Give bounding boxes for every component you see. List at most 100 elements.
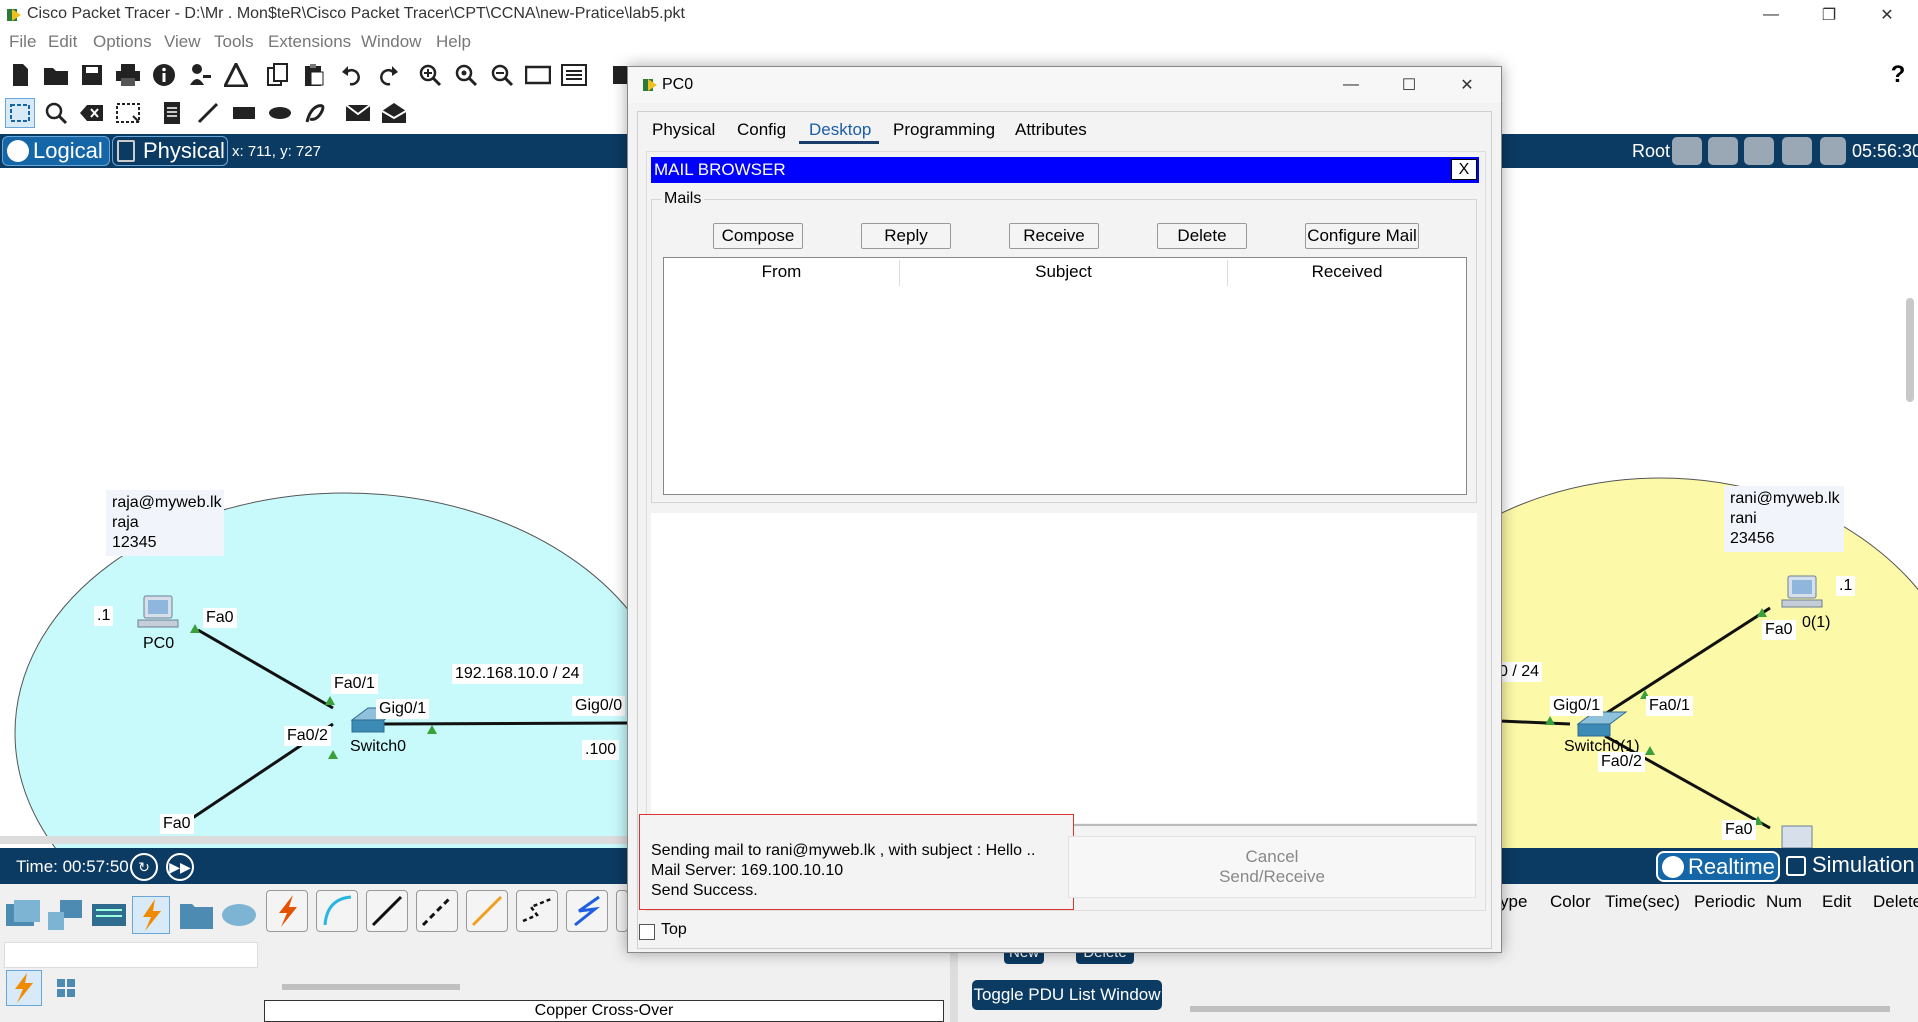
- power-cycle-devices-icon[interactable]: ↻: [130, 853, 158, 881]
- receive-button[interactable]: Receive: [1009, 223, 1099, 249]
- workspace-horizontal-scrollbar[interactable]: [0, 836, 660, 844]
- custom-device-dialog-icon[interactable]: [560, 61, 588, 89]
- column-header-subject[interactable]: Subject: [900, 260, 1228, 286]
- menu-file[interactable]: File: [9, 32, 36, 52]
- dialog-minimize-button[interactable]: —: [1328, 67, 1374, 103]
- connections-subtype-icon[interactable]: [6, 970, 42, 1006]
- delete-tool-icon[interactable]: [78, 99, 106, 127]
- menu-help[interactable]: Help: [436, 32, 471, 52]
- logical-view-tab[interactable]: Logical: [2, 136, 110, 166]
- multiuser-connection-icon[interactable]: [220, 898, 258, 936]
- set-background-icon[interactable]: [1782, 137, 1812, 165]
- undo-icon[interactable]: [338, 61, 366, 89]
- mail-body-view[interactable]: [651, 513, 1477, 823]
- fiber-cable-icon[interactable]: [466, 890, 508, 932]
- connections-scrollbar[interactable]: [282, 984, 460, 990]
- draw-rectangle-icon[interactable]: [230, 99, 258, 127]
- menu-extensions[interactable]: Extensions: [268, 32, 351, 52]
- simulation-mode-tab[interactable]: Simulation: [1782, 851, 1918, 882]
- physical-view-tab[interactable]: Physical: [112, 136, 228, 166]
- realtime-mode-tab[interactable]: Realtime: [1656, 851, 1780, 882]
- restore-button[interactable]: ❐: [1806, 0, 1852, 30]
- minimize-button[interactable]: —: [1748, 0, 1794, 30]
- menu-view[interactable]: View: [164, 32, 201, 52]
- reply-button[interactable]: Reply: [861, 223, 951, 249]
- miscellaneous-category-icon[interactable]: [178, 898, 216, 936]
- console-cable-icon[interactable]: [316, 890, 358, 932]
- dialog-maximize-button[interactable]: ☐: [1386, 67, 1432, 103]
- tab-programming[interactable]: Programming: [893, 120, 995, 140]
- save-icon[interactable]: [78, 61, 106, 89]
- back-icon[interactable]: [1672, 137, 1702, 165]
- delete-button[interactable]: Delete: [1157, 223, 1247, 249]
- coaxial-cable-icon[interactable]: [566, 890, 608, 932]
- end-devices-category-icon[interactable]: [46, 898, 84, 936]
- pdu-column-periodic[interactable]: Periodic: [1694, 892, 1755, 912]
- inspect-tool-icon[interactable]: [42, 99, 70, 127]
- network-wizard-icon[interactable]: [186, 61, 214, 89]
- menu-tools[interactable]: Tools: [214, 32, 254, 52]
- copy-icon[interactable]: [264, 61, 292, 89]
- copper-cross-over-icon[interactable]: [416, 890, 458, 932]
- info-icon[interactable]: [150, 61, 178, 89]
- select-tool-icon[interactable]: [5, 98, 35, 128]
- menu-options[interactable]: Options: [93, 32, 152, 52]
- network-devices-category-icon[interactable]: [4, 898, 42, 936]
- dialog-close-button[interactable]: ✕: [1444, 67, 1490, 103]
- connections-category-icon[interactable]: [132, 896, 170, 934]
- close-button[interactable]: ✕: [1864, 0, 1910, 30]
- top-checkbox[interactable]: [639, 924, 655, 940]
- draw-line-icon[interactable]: [194, 99, 222, 127]
- move-object-icon[interactable]: [1744, 137, 1774, 165]
- draw-ellipse-icon[interactable]: [266, 99, 294, 127]
- place-note-icon[interactable]: [158, 99, 186, 127]
- pdu-column-edit[interactable]: Edit: [1822, 892, 1851, 912]
- phone-cable-icon[interactable]: [516, 890, 558, 932]
- open-folder-icon[interactable]: [42, 61, 70, 89]
- pdu-column-delete[interactable]: Delete: [1873, 892, 1918, 912]
- drawing-palette-icon[interactable]: [524, 61, 552, 89]
- zoom-out-icon[interactable]: [488, 61, 516, 89]
- configure-mail-button[interactable]: Configure Mail: [1305, 223, 1419, 249]
- mail-list-table[interactable]: From Subject Received: [663, 257, 1467, 495]
- viewport-icon[interactable]: [1820, 137, 1846, 165]
- pdu-column-type[interactable]: ype: [1500, 892, 1527, 912]
- note-left[interactable]: raja@myweb.lk raja 12345: [106, 490, 224, 556]
- pdu-column-num[interactable]: Num: [1766, 892, 1802, 912]
- pdu-column-time[interactable]: Time(sec): [1605, 892, 1680, 912]
- column-header-received[interactable]: Received: [1228, 260, 1466, 286]
- column-header-from[interactable]: From: [664, 260, 900, 286]
- add-simple-pdu-icon[interactable]: [344, 99, 372, 127]
- fast-forward-icon[interactable]: ▶▶: [166, 853, 194, 881]
- paste-icon[interactable]: [300, 61, 328, 89]
- pdu-list-scrollbar[interactable]: [1190, 1006, 1890, 1012]
- grid-view-icon[interactable]: [56, 978, 76, 998]
- menu-window[interactable]: Window: [361, 32, 421, 52]
- toggle-pdu-list-button[interactable]: Toggle PDU List Window: [972, 980, 1162, 1010]
- activity-wizard-icon[interactable]: [222, 61, 250, 89]
- menu-edit[interactable]: Edit: [48, 32, 77, 52]
- copper-straight-through-icon[interactable]: [366, 890, 408, 932]
- print-icon[interactable]: [114, 61, 142, 89]
- zoom-in-icon[interactable]: [416, 61, 444, 89]
- components-category-icon[interactable]: [90, 898, 128, 936]
- freeform-draw-icon[interactable]: [302, 99, 330, 127]
- pdu-column-color[interactable]: Color: [1550, 892, 1591, 912]
- cluster-cloud-icon[interactable]: [1708, 137, 1738, 165]
- compose-button[interactable]: Compose: [713, 223, 803, 249]
- cancel-send-receive-button[interactable]: Cancel Send/Receive: [1068, 836, 1476, 898]
- add-complex-pdu-icon[interactable]: [380, 99, 408, 127]
- redo-icon[interactable]: [374, 61, 402, 89]
- device-search-field[interactable]: [4, 942, 258, 968]
- auto-connection-icon[interactable]: [266, 890, 308, 932]
- workspace-vertical-scrollbar[interactable]: [1906, 298, 1914, 402]
- tab-physical[interactable]: Physical: [652, 120, 715, 140]
- zoom-reset-icon[interactable]: [452, 61, 480, 89]
- tab-desktop[interactable]: Desktop: [809, 120, 871, 140]
- resize-shape-icon[interactable]: [114, 99, 142, 127]
- tab-attributes[interactable]: Attributes: [1015, 120, 1087, 140]
- tab-config[interactable]: Config: [737, 120, 786, 140]
- new-file-icon[interactable]: [6, 61, 34, 89]
- note-right[interactable]: rani@myweb.lk rani 23456: [1724, 486, 1844, 552]
- help-icon[interactable]: ?: [1884, 61, 1912, 89]
